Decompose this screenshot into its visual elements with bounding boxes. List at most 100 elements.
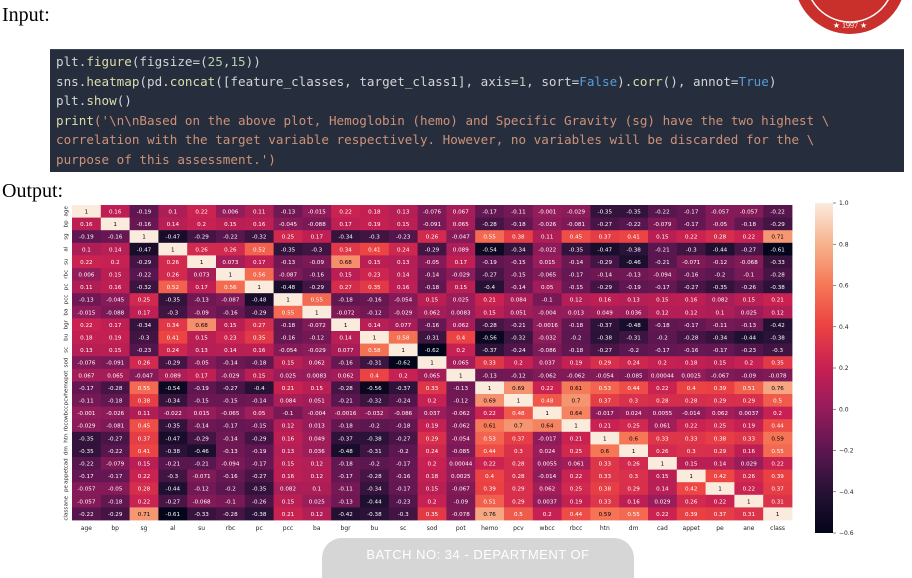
row-tick-label: bu: [64, 333, 70, 341]
cell-annotation: 1: [574, 424, 578, 430]
cell-annotation: -0.09: [194, 310, 209, 316]
cell-annotation: -0.2: [657, 336, 668, 342]
cell-annotation: 0.76: [483, 512, 496, 518]
cell-annotation: 0.68: [195, 323, 208, 329]
cell-annotation: 0.12: [311, 474, 323, 480]
cell-annotation: -0.086: [394, 411, 412, 417]
cell-annotation: 0.17: [138, 310, 151, 316]
cell-annotation: -0.094: [653, 273, 671, 279]
cell-annotation: 0.55: [138, 386, 151, 392]
cell-annotation: -0.32: [511, 336, 525, 342]
cell-annotation: 0.19: [570, 361, 583, 367]
colorbar-tick-label: 0.8: [839, 241, 849, 248]
cell-annotation: 0.51: [743, 386, 756, 392]
cell-annotation: -0.072: [308, 323, 326, 329]
cell-annotation: -0.3: [311, 247, 322, 253]
cell-annotation: -0.21: [655, 260, 670, 266]
cell-annotation: 0.15: [743, 298, 756, 304]
cell-annotation: 0.26: [656, 449, 669, 455]
cell-annotation: 0.44: [771, 424, 784, 430]
cell-annotation: 0.16: [109, 210, 122, 216]
cell-annotation: -0.054: [452, 436, 470, 442]
cell-annotation: 1: [632, 449, 636, 455]
cell-annotation: 0.025: [453, 298, 469, 304]
cell-annotation: -0.13: [79, 298, 94, 304]
cell-annotation: 0.42: [685, 487, 697, 493]
cell-annotation: -0.62: [396, 361, 410, 367]
cell-annotation: 0.15: [368, 260, 381, 266]
cell-annotation: 1: [747, 499, 751, 505]
cell-annotation: -0.38: [598, 336, 613, 342]
cell-annotation: 0.15: [656, 298, 669, 304]
cell-annotation: 0.051: [309, 399, 325, 405]
cell-annotation: -0.032: [538, 336, 556, 342]
cell-annotation: -0.17: [655, 285, 670, 291]
cell-annotation: 0.067: [453, 210, 469, 216]
cell-annotation: -0.14: [223, 436, 238, 442]
cell-annotation: -0.23: [396, 235, 411, 241]
cell-annotation: 0.015: [194, 411, 210, 417]
cell-annotation: 1: [517, 399, 521, 405]
cell-annotation: 0.12: [311, 462, 323, 468]
cell-annotation: 0.48: [541, 399, 554, 405]
cell-annotation: -0.47: [166, 436, 181, 442]
cell-annotation: 0.077: [338, 348, 354, 354]
cell-annotation: -0.088: [106, 310, 124, 316]
cell-annotation: -0.27: [223, 386, 238, 392]
cell-annotation: 0.26: [167, 260, 180, 266]
cell-annotation: 0.41: [167, 336, 180, 342]
code-block: plt.figure(figsize=(25,15)) sns.heatmap(…: [50, 50, 904, 169]
cell-annotation: -0.38: [626, 247, 641, 253]
cell-annotation: 0.2: [399, 373, 408, 379]
cell-annotation: -0.13: [338, 499, 353, 505]
cell-annotation: 0.013: [568, 310, 584, 316]
cell-annotation: -0.31: [425, 336, 440, 342]
cell-annotation: -0.54: [166, 386, 181, 392]
cell-annotation: 0.17: [109, 323, 122, 329]
cell-annotation: -0.017: [538, 436, 556, 442]
cell-annotation: -0.34: [367, 487, 382, 493]
cell-annotation: 0.33: [599, 474, 612, 480]
cell-annotation: -0.11: [713, 323, 728, 329]
cell-annotation: -0.28: [770, 273, 785, 279]
cell-annotation: 0.23: [224, 336, 237, 342]
cell-annotation: 0.17: [455, 260, 468, 266]
cell-annotation: -0.057: [740, 210, 758, 216]
input-label: Input:: [2, 4, 50, 26]
cell-annotation: -0.17: [252, 462, 267, 468]
cell-annotation: 0.15: [224, 222, 237, 228]
cell-annotation: 0.56: [224, 285, 237, 291]
cell-annotation: -0.2: [369, 462, 380, 468]
cell-annotation: 0.2: [744, 361, 753, 367]
cell-annotation: 0.26: [224, 247, 237, 253]
cell-annotation: 0.34: [167, 323, 180, 329]
cell-annotation: 0.38: [714, 436, 727, 442]
cell-annotation: 0.15: [455, 285, 468, 291]
cell-annotation: 0.27: [339, 285, 352, 291]
colorbar: [815, 203, 833, 533]
cell-annotation: -0.61: [166, 512, 181, 518]
cell-annotation: -0.48: [252, 298, 267, 304]
cell-annotation: -0.27: [108, 436, 123, 442]
cell-annotation: 0.15: [339, 273, 352, 279]
cell-annotation: 0.34: [339, 247, 352, 253]
cell-annotation: 0.15: [311, 386, 324, 392]
column-tick-label: pe: [716, 525, 724, 532]
cell-annotation: -0.1: [743, 273, 754, 279]
cell-annotation: -0.12: [511, 373, 525, 379]
cell-annotation: 0.077: [395, 323, 411, 329]
cell-annotation: 0.013: [309, 424, 325, 430]
column-tick-label: age: [81, 525, 92, 532]
column-tick-label: bp: [111, 525, 119, 532]
column-tick-label: pcc: [283, 525, 293, 532]
cell-annotation: 0.22: [80, 260, 92, 266]
cell-annotation: 1: [603, 436, 607, 442]
cell-annotation: -0.21: [166, 462, 181, 468]
cell-annotation: -0.079: [106, 462, 124, 468]
cell-annotation: 0.15: [656, 474, 669, 480]
cell-annotation: 0.05: [253, 411, 266, 417]
cell-annotation: 1: [315, 310, 319, 316]
cell-annotation: -0.22: [79, 462, 93, 468]
cell-annotation: 0.14: [656, 487, 669, 493]
cell-annotation: 0.00044: [449, 462, 473, 468]
